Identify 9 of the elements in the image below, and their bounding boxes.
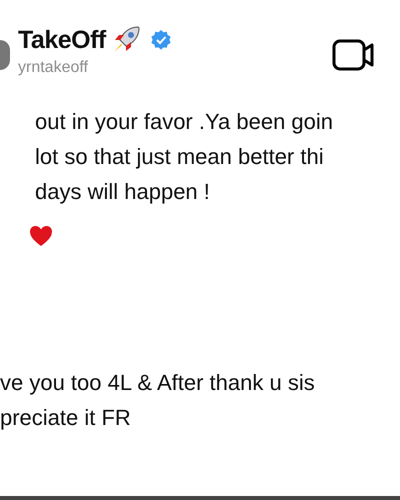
message-text: days will happen ! xyxy=(35,178,210,206)
avatar[interactable] xyxy=(0,40,10,70)
message-text: preciate it FR xyxy=(0,404,131,432)
contact-name: TakeOff xyxy=(18,25,106,55)
video-call-icon[interactable] xyxy=(332,38,376,72)
message-text: out in your favor .Ya been goin xyxy=(35,108,334,136)
username: yrntakeoff xyxy=(18,58,89,78)
message-text: ve you too 4L & After thank u sis xyxy=(0,369,315,397)
message-text: lot so that just mean better thi xyxy=(35,143,324,171)
